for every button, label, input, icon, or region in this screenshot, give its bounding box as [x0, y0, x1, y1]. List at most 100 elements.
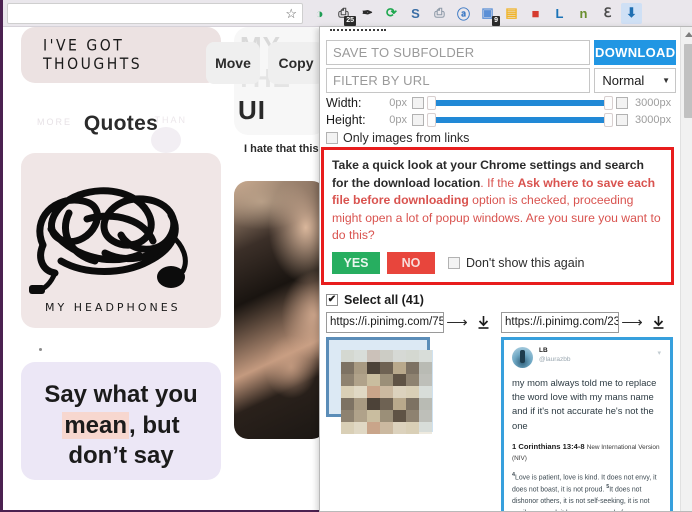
pixelated-image — [341, 349, 433, 434]
width-min-checkbox[interactable] — [412, 97, 424, 109]
pixel-block — [393, 361, 406, 374]
move-button-label: Move — [215, 55, 251, 71]
image-results-row: LB @laurazbb ▾ my mom always told me to … — [326, 336, 676, 511]
height-min-checkbox[interactable] — [412, 114, 424, 126]
warning-downloading-bold: downloading — [393, 193, 469, 208]
pin-column-middle: MY THE UI I hate that this — [234, 27, 326, 439]
height-slider[interactable] — [427, 113, 613, 127]
only-images-from-links-row[interactable]: Only images from links — [326, 131, 676, 145]
pixel-block — [354, 409, 367, 422]
mean-line-3: don’t say — [68, 442, 174, 470]
warning-no-button[interactable]: NO — [387, 251, 435, 274]
address-bar[interactable]: ☆ — [7, 2, 303, 24]
blue-l-icon[interactable]: L — [549, 3, 570, 24]
quality-select[interactable]: Normal ▼ — [594, 68, 676, 93]
image-result-2[interactable]: LB @laurazbb ▾ my mom always told me to … — [501, 336, 676, 511]
pixel-block — [354, 373, 367, 386]
pixel-block — [354, 361, 367, 374]
height-slider-knob-min[interactable] — [427, 113, 436, 127]
s-letter-icon-glyph: S — [411, 5, 420, 21]
download-arrow-icon[interactable] — [470, 315, 496, 330]
image-url-input-1[interactable]: https://i.pinimg.com/75x — [326, 311, 444, 333]
bookmark-star-icon[interactable]: ☆ — [285, 7, 297, 20]
pixel-block — [406, 373, 419, 386]
save-to-subfolder-input[interactable]: SAVE TO SUBFOLDER — [326, 40, 591, 65]
width-slider-knob-min[interactable] — [427, 96, 436, 110]
pixel-block — [406, 397, 419, 410]
translate-icon[interactable]: ⓐ — [453, 3, 474, 24]
translate-icon-glyph: ⓐ — [456, 6, 470, 22]
scroll-up-arrow-icon[interactable] — [685, 32, 692, 37]
image-url-input-2[interactable]: https://i.pinimg.com/236 — [501, 311, 619, 333]
arrow-right-icon[interactable]: ⟶ — [619, 313, 645, 331]
blue-l-icon-glyph: L — [555, 5, 564, 21]
width-max-checkbox[interactable] — [616, 97, 628, 109]
verse-body: 4Love is patient, love is kind. It does … — [512, 471, 662, 511]
pin-card-photo[interactable] — [234, 181, 326, 439]
width-slider[interactable] — [427, 96, 613, 110]
refresh-circle-icon[interactable]: ⟳ — [381, 3, 402, 24]
pixel-block — [406, 349, 419, 362]
pixel-block — [367, 349, 380, 362]
select-all-checkbox[interactable]: ✔ — [326, 293, 338, 306]
scrollbar-thumb[interactable] — [684, 44, 692, 118]
pixel-block — [380, 349, 393, 362]
move-button[interactable]: Move — [206, 42, 260, 84]
height-label: Height: — [326, 113, 366, 127]
mean-line-2: mean, but — [37, 411, 205, 442]
print-friendly-icon[interactable]: ⎙ 25 — [333, 3, 356, 26]
select-all-row[interactable]: ✔ Select all (41) — [326, 293, 676, 307]
pin-card-thoughts[interactable]: I'VE GOT THOUGHTS — [21, 27, 221, 83]
avatar — [512, 346, 533, 368]
verse-ref-text: 1 Corinthians 13:4-8 — [512, 442, 585, 451]
pixel-block — [406, 421, 419, 434]
dont-show-again-row[interactable]: Don't show this again — [448, 256, 584, 270]
popup-scrollbar[interactable] — [680, 27, 692, 511]
width-slider-knob-max[interactable] — [604, 96, 613, 110]
adblock-icon[interactable]: ◑ — [309, 3, 330, 24]
pixel-block — [341, 373, 354, 386]
height-max-checkbox[interactable] — [616, 114, 628, 126]
height-slider-knob-max[interactable] — [604, 113, 613, 127]
image-thumbnail-1[interactable] — [326, 336, 433, 434]
browser-window: I'VE GOT THOUGHTS MORE Quotes THAN MY HE… — [0, 0, 692, 512]
pixel-block — [419, 397, 432, 410]
eyedropper-icon-glyph: ✒ — [362, 5, 373, 20]
arrow-right-icon[interactable]: ⟶ — [444, 313, 470, 331]
warning-message: Take a quick look at your Chrome setting… — [332, 157, 663, 245]
pixel-block — [341, 361, 354, 374]
pixel-block — [393, 385, 406, 398]
notes-icon[interactable]: ▤ — [501, 3, 522, 24]
pin-card-headphones[interactable]: MY HEADPHONES — [21, 153, 221, 328]
pixel-block — [341, 421, 354, 434]
quality-select-value: Normal — [602, 73, 645, 88]
s-letter-icon[interactable]: S — [405, 3, 426, 24]
tweet-display-name: LB — [539, 346, 548, 354]
pin-card-say-what-you-mean[interactable]: Say what you mean, but don’t say — [21, 362, 221, 480]
warning-yes-button[interactable]: YES — [332, 251, 380, 274]
eyedropper-icon[interactable]: ✒ — [357, 3, 378, 24]
signature-icon-glyph: ℇ — [603, 5, 612, 20]
evernote-n-icon[interactable]: n — [573, 3, 594, 24]
red-book-icon[interactable]: ■ — [525, 3, 546, 24]
pixel-block — [341, 397, 354, 410]
ghost-circle — [151, 127, 181, 153]
chat-bubble-icon[interactable]: ▣ 9 — [477, 3, 500, 26]
dont-show-again-checkbox[interactable] — [448, 256, 460, 269]
pixel-block — [380, 397, 393, 410]
popup-header-clipped — [326, 32, 676, 37]
download-arrow-icon[interactable] — [645, 315, 671, 330]
width-slider-track — [435, 100, 605, 106]
warning-actions: YES NO Don't show this again — [332, 251, 663, 274]
filter-by-url-input[interactable]: FILTER BY URL — [326, 68, 591, 93]
tweet-screenshot-thumbnail[interactable]: LB @laurazbb ▾ my mom always told me to … — [501, 336, 673, 511]
ghost-text-than: THAN — [154, 115, 187, 125]
pixel-block — [367, 361, 380, 374]
image-result-1[interactable] — [326, 336, 501, 511]
only-images-from-links-checkbox[interactable] — [326, 132, 338, 144]
image-downloader-icon[interactable]: ⬇ — [621, 2, 642, 24]
copy-button[interactable]: Copy — [268, 42, 324, 84]
save-page-icon[interactable]: ⎙ — [429, 3, 450, 24]
download-button[interactable]: DOWNLOAD — [594, 40, 676, 65]
signature-icon[interactable]: ℇ — [597, 3, 618, 24]
